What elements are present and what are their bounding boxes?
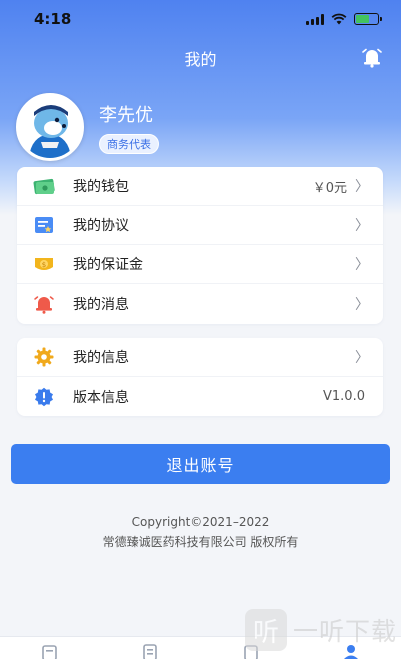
watermark-text: 一听下载 [292,617,397,646]
version-number: V1.0.0 [323,389,365,404]
company-line: 常德臻诚医药科技有限公司 版权所有 [102,535,299,549]
chevron-right-icon: 〉 [355,179,369,195]
wifi-icon [331,13,347,25]
menu-item-agreement[interactable]: 我的协议 〉 [17,206,383,245]
profile-section: 李先优 商务代表 [16,93,159,161]
page-title: 我的 [184,50,217,69]
svg-text:$: $ [42,261,46,269]
message-bell-icon [33,293,55,315]
status-icons [306,13,382,25]
menu-item-deposit[interactable]: $ 我的保证金 〉 [17,245,383,284]
menu-item-version[interactable]: 版本信息 V1.0.0 [17,377,383,416]
status-time: 4:18 [34,10,72,28]
secondary-menu-card: 我的信息 〉 版本信息 V1.0.0 [17,338,383,416]
wallet-icon [33,175,55,197]
user-name: 李先优 [99,104,153,126]
chevron-right-icon: 〉 [355,296,369,313]
deposit-icon: $ [33,253,55,275]
copyright-line: Copyright©2021–2022 [131,515,270,529]
status-bar: 4:18 [0,0,401,38]
menu-item-label: 我的消息 [73,296,129,313]
signal-icon [306,13,324,25]
primary-menu-card: 我的钱包 ￥0元 〉 我的协议 〉 $ 我的保证金 〉 我的消息 〉 [17,167,383,324]
agreement-icon [33,214,55,236]
info-badge-icon [33,386,55,408]
copyright-footer: Copyright©2021–2022 常德臻诚医药科技有限公司 版权所有 [0,512,401,552]
menu-item-wallet[interactable]: 我的钱包 ￥0元 〉 [17,167,383,206]
chevron-right-icon: 〉 [355,218,369,234]
menu-item-messages[interactable]: 我的消息 〉 [17,284,383,323]
watermark: 听 一听下载 [244,609,397,651]
gear-icon [33,346,55,368]
alarm-bell-icon[interactable] [361,46,383,68]
menu-item-label: 我的信息 [73,350,129,366]
avatar[interactable] [16,93,84,161]
logout-button[interactable]: 退出账号 [11,444,390,484]
role-badge: 商务代表 [99,133,159,154]
chevron-right-icon: 〉 [355,350,369,366]
wallet-balance: ￥0元 [312,180,347,196]
menu-item-my-info[interactable]: 我的信息 〉 [17,338,383,377]
menu-item-label: 我的钱包 [73,179,129,195]
menu-item-label: 我的保证金 [73,257,143,273]
menu-item-label: 我的协议 [73,218,129,234]
avatar-mascot-icon [19,96,81,158]
menu-item-label: 版本信息 [73,389,129,406]
tab-orders-icon[interactable] [141,644,159,659]
tab-home-icon[interactable] [41,644,59,659]
watermark-logo: 听 [244,609,287,651]
chevron-right-icon: 〉 [355,257,369,273]
battery-icon [354,13,382,25]
user-info: 李先优 商务代表 [99,101,159,154]
